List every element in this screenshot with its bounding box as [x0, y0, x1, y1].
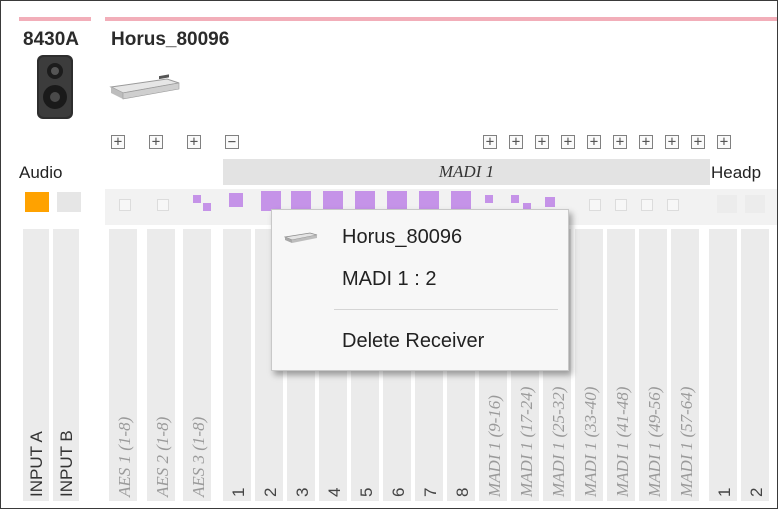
expand-button[interactable]: +	[587, 135, 601, 149]
routing-cell-active[interactable]	[229, 193, 243, 207]
menu-item-device[interactable]: Horus_80096	[342, 226, 462, 249]
delete-receiver-menu-item[interactable]: Delete Receiver	[342, 330, 484, 353]
headphone-column	[709, 229, 737, 501]
expand-button[interactable]: +	[639, 135, 653, 149]
routing-cell[interactable]	[641, 199, 653, 211]
aes-3-label: AES 3 (1-8)	[189, 416, 208, 497]
speaker-title: 8430A	[23, 29, 79, 50]
madi-group-label: MADI 1 (17-24)	[517, 386, 536, 497]
channel-number-label: 6	[389, 487, 408, 497]
routing-cell-active[interactable]	[355, 191, 375, 211]
expand-button[interactable]: +	[561, 135, 575, 149]
expand-button[interactable]: +	[483, 135, 497, 149]
input-a-label: INPUT A	[27, 431, 46, 497]
routing-cell[interactable]	[667, 199, 679, 211]
channel-number-label: 4	[325, 487, 344, 497]
expand-button[interactable]: +	[717, 135, 731, 149]
aes-2-label: AES 2 (1-8)	[153, 416, 172, 497]
madi-group-header[interactable]: MADI 1	[223, 159, 710, 185]
speaker-icon	[37, 55, 73, 119]
madi-group-label: MADI 1 (41-48)	[613, 386, 632, 497]
routing-cell-active[interactable]	[291, 191, 311, 211]
madi-header-label: MADI 1	[438, 162, 495, 181]
horus-header-stripe	[105, 17, 777, 21]
expand-button[interactable]: +	[665, 135, 679, 149]
device-icon	[284, 232, 318, 243]
routing-cell-partial[interactable]	[203, 203, 211, 211]
routing-cell-partial[interactable]	[511, 195, 519, 203]
audio-input-b-cell[interactable]	[57, 192, 81, 212]
headphone-channel-label: 2	[747, 487, 766, 497]
expand-button[interactable]: +	[187, 135, 201, 149]
routing-cell-partial[interactable]	[485, 195, 493, 203]
expand-button[interactable]: +	[691, 135, 705, 149]
audio-input-a-cell-active[interactable]	[25, 192, 49, 212]
madi-group-label: MADI 1 (9-16)	[485, 395, 504, 497]
headphone-header: Headp	[711, 163, 762, 182]
collapse-button[interactable]: −	[225, 135, 239, 149]
routing-cell[interactable]	[717, 195, 737, 213]
routing-cell-active[interactable]	[323, 191, 343, 211]
madi-group-label: MADI 1 (25-32)	[549, 386, 568, 497]
routing-cell[interactable]	[157, 199, 169, 211]
routing-cell-active[interactable]	[261, 191, 281, 211]
channel-number-label: 2	[261, 487, 280, 497]
expand-button[interactable]: +	[613, 135, 627, 149]
routing-matrix: 8430A Horus_80096 + + + − + + + + + + + …	[0, 0, 778, 509]
input-b-label: INPUT B	[57, 430, 76, 497]
headphone-channel-label: 1	[715, 487, 734, 497]
madi-group-label: MADI 1 (33-40)	[581, 386, 600, 497]
routing-cell[interactable]	[119, 199, 131, 211]
routing-cell[interactable]	[589, 199, 601, 211]
device-icon	[109, 74, 180, 100]
madi-group-label: MADI 1 (49-56)	[645, 386, 664, 497]
horus-title: Horus_80096	[111, 29, 230, 50]
madi-group-label: MADI 1 (57-64)	[677, 386, 696, 497]
madi-channel-column	[223, 229, 251, 501]
audio-header: Audio	[19, 163, 63, 182]
routing-cell[interactable]	[615, 199, 627, 211]
routing-cell-active[interactable]	[387, 191, 407, 211]
routing-cell-active[interactable]	[419, 191, 439, 211]
speaker-header-stripe	[19, 17, 91, 21]
expand-button[interactable]: +	[111, 135, 125, 149]
headphone-column	[741, 229, 769, 501]
channel-number-label: 5	[357, 487, 376, 497]
routing-cell-partial[interactable]	[193, 195, 201, 203]
routing-cell-active[interactable]	[451, 191, 471, 211]
context-menu: Horus_80096 MADI 1 : 2 Delete Receiver	[271, 209, 569, 371]
expand-button[interactable]: +	[509, 135, 523, 149]
aes-1-label: AES 1 (1-8)	[115, 416, 134, 497]
expand-button[interactable]: +	[535, 135, 549, 149]
channel-number-label: 1	[229, 487, 248, 497]
channel-number-label: 3	[293, 487, 312, 497]
expand-button[interactable]: +	[149, 135, 163, 149]
channel-number-label: 8	[453, 487, 472, 497]
menu-item-channel[interactable]: MADI 1 : 2	[342, 268, 436, 291]
channel-number-label: 7	[421, 487, 440, 497]
routing-cell-partial[interactable]	[545, 197, 555, 207]
menu-separator	[334, 309, 558, 310]
routing-cell[interactable]	[745, 195, 765, 213]
